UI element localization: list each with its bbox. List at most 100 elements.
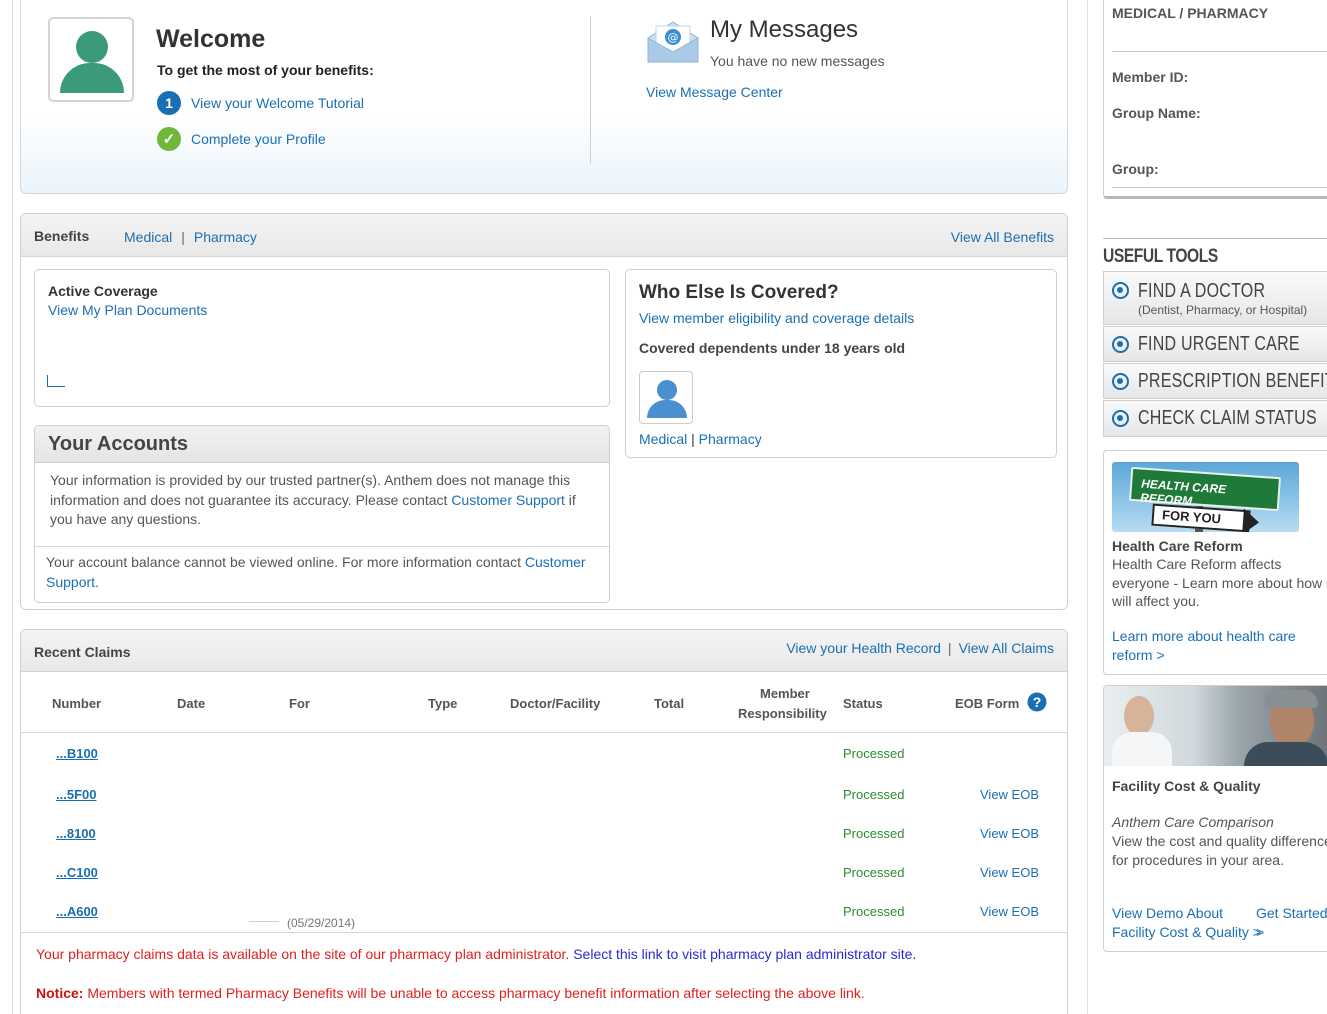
col-number[interactable]: Number [52,696,101,711]
claim-date-fragment: (05/29/2014) [287,916,356,930]
patient-shirt-shape [1244,742,1327,766]
page-border-left [12,0,13,1014]
claims-link-separator: | [947,640,952,656]
plan-documents-link[interactable]: View My Plan Documents [48,302,207,318]
user-avatar[interactable] [48,17,134,102]
table-row: ...5F00 Processed View EOB [21,777,1067,815]
view-eob-link[interactable]: View EOB [980,826,1039,841]
help-icon[interactable]: ? [1027,692,1047,712]
claim-number-link[interactable]: ...A600 [56,904,98,919]
claim-row-fragment-line [249,921,279,922]
claim-number-link[interactable]: ...C100 [56,865,98,880]
view-eob-link[interactable]: View EOB [980,904,1039,919]
accounts-title: Your Accounts [48,433,189,455]
pharmacy-admin-link[interactable]: Select this link to visit pharmacy plan … [573,946,916,962]
pharmacy-claims-note: Your pharmacy claims data is available o… [36,946,916,962]
tool-label: FIND URGENT CARE [1138,333,1300,355]
notice-text: Members with termed Pharmacy Benefits wi… [83,985,865,1001]
tool-check-claim-status[interactable]: CHECK CLAIM STATUS [1103,400,1327,437]
eligibility-details-link[interactable]: View member eligibility and coverage det… [639,310,914,326]
member-panel-title: MEDICAL / PHARMACY [1112,5,1269,21]
welcome-title: Welcome [156,25,266,53]
col-for[interactable]: For [289,696,310,711]
dependent-pharmacy-link[interactable]: Pharmacy [699,431,762,447]
col-status[interactable]: Status [843,696,883,711]
tool-prescription-benefits[interactable]: PRESCRIPTION BENEFITS [1103,363,1327,399]
svg-text:?: ? [1033,694,1042,710]
welcome-panel: Welcome To get the most of your benefits… [20,0,1068,194]
claim-number-link[interactable]: ...8100 [56,826,96,841]
claims-header: Recent Claims View your Health Record | Vi… [21,630,1067,672]
who-else-title: Who Else Is Covered? [639,282,839,303]
tab-medical[interactable]: Medical [124,229,172,245]
claim-number-link[interactable]: ...B100 [56,746,98,761]
member-id-label: Member ID: [1112,69,1189,85]
coverage-placeholder-mark [47,375,65,387]
health-care-reform-card: HEALTH CARE REFORM FOR YOU Health Care R… [1103,450,1327,675]
table-row: ...C100 Processed View EOB [21,855,1067,893]
pharmacy-notice: Notice: Members with termed Pharmacy Ben… [36,985,865,1001]
group-name-label: Group Name: [1112,105,1201,121]
col-total[interactable]: Total [654,696,684,711]
facility-cost-image[interactable] [1104,686,1327,766]
col-eob-form: EOB Form [955,696,1020,711]
claims-footer-divider [21,932,1067,933]
notice-label: Notice: [36,985,84,1001]
view-demo-link[interactable]: View Demo About Facility Cost & Quality … [1112,904,1262,941]
health-care-reform-image[interactable]: HEALTH CARE REFORM FOR YOU [1112,462,1299,532]
view-all-benefits-link[interactable]: View All Benefits [951,229,1054,245]
tool-label: FIND A DOCTOR [1138,280,1266,302]
tool-sublabel: (Dentist, Pharmacy, or Hospital) [1138,303,1308,317]
customer-support-link[interactable]: Customer Support [451,492,565,508]
view-eob-link[interactable]: View EOB [980,865,1039,880]
claims-title: Recent Claims [34,644,131,660]
col-type[interactable]: Type [428,696,457,711]
circle-arrow-icon [1112,282,1129,299]
view-eob-link[interactable]: View EOB [980,787,1039,802]
benefits-panel: Benefits Medical | Pharmacy View All Benef… [20,213,1068,610]
group-label: Group: [1112,161,1159,177]
step-one-icon: 1 [157,91,181,115]
col-member-resp-line1[interactable]: Member [760,686,810,701]
tool-label: PRESCRIPTION BENEFITS [1138,370,1327,392]
your-accounts-box: Your Accounts Your information is provid… [34,425,610,603]
claim-number-link[interactable]: ...5F00 [56,787,96,802]
benefits-tabs: Medical | Pharmacy [124,229,257,245]
tab-pharmacy[interactable]: Pharmacy [194,229,257,245]
doctor-face-shape [1124,696,1154,736]
welcome-tutorial-link[interactable]: View your Welcome Tutorial [191,95,364,111]
member-info-panel: MEDICAL / PHARMACY Member ID: Group Name… [1103,0,1327,199]
complete-profile-row[interactable]: ✓ Complete your Profile [157,127,326,151]
envelope-icon: @ [647,21,699,63]
message-center-link[interactable]: View Message Center [646,84,783,100]
health-care-reform-link[interactable]: Learn more about health care reform > [1112,627,1322,664]
doctor-coat-shape [1112,732,1172,766]
tool-label: CHECK CLAIM STATUS [1138,407,1317,429]
member-panel-bottom-divider [1112,187,1327,188]
col-doctor-facility[interactable]: Doctor/Facility [510,696,600,711]
dependent-head-shape [657,380,677,400]
useful-tools-rule [1103,238,1327,239]
messages-title: My Messages [710,16,859,43]
right-column-divider [1087,0,1088,1014]
view-all-claims-link[interactable]: View All Claims [959,640,1054,656]
complete-profile-link[interactable]: Complete your Profile [191,131,326,147]
health-care-reform-title: Health Care Reform [1112,538,1243,554]
dependent-avatar[interactable] [639,371,693,424]
welcome-subtitle: To get the most of your benefits: [157,62,374,78]
tool-find-urgent-care[interactable]: FIND URGENT CARE [1103,326,1327,362]
claim-status: Processed [843,746,905,761]
claims-header-links: View your Health Record | View All Claims [786,640,1054,656]
health-record-link[interactable]: View your Health Record [786,640,941,656]
patient-hair-shape [1264,690,1318,708]
dependents-label: Covered dependents under 18 years old [639,340,906,356]
dependent-links: Medical | Pharmacy [639,431,762,447]
col-member-resp-line2[interactable]: Responsibility [738,706,827,721]
get-started-link[interactable]: Get Started > [1256,904,1327,941]
dependent-medical-link[interactable]: Medical [639,431,687,447]
welcome-tutorial-row[interactable]: 1 View your Welcome Tutorial [157,91,364,115]
col-date[interactable]: Date [177,696,205,711]
tool-find-a-doctor[interactable]: FIND A DOCTOR (Dentist, Pharmacy, or Hos… [1103,271,1327,325]
circle-arrow-icon [1112,410,1129,427]
sign-bottom-text: FOR YOU [1161,507,1222,527]
